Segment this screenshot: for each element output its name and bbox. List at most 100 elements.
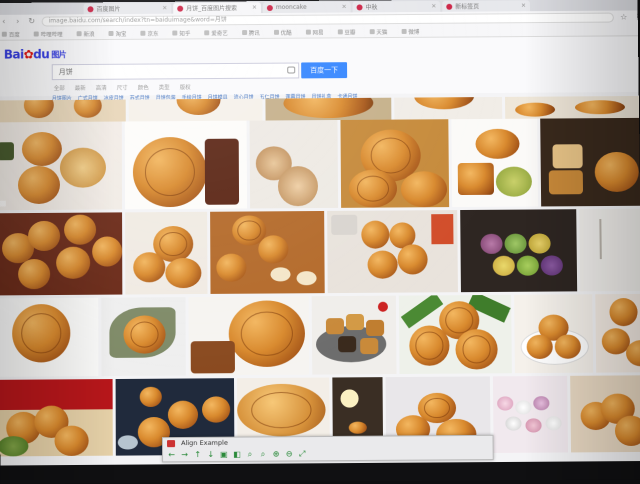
close-icon[interactable]: ✕: [342, 4, 347, 11]
tab-label: 百度图片: [96, 6, 121, 14]
frame-icon[interactable]: ▣: [219, 450, 228, 459]
bookmark-icon: [337, 29, 343, 35]
result-row-2: [0, 208, 640, 296]
close-icon[interactable]: ✕: [252, 4, 257, 11]
app-icon: [167, 440, 176, 448]
bookmark-label: 腾讯: [248, 30, 260, 37]
filter-item[interactable]: 颜色: [138, 83, 149, 91]
forward-arrow-icon[interactable]: ›: [14, 17, 22, 26]
tab-0[interactable]: 百度图片 ✕: [83, 2, 172, 15]
filter-item[interactable]: 最新: [75, 84, 86, 92]
result-image[interactable]: [265, 97, 392, 121]
result-image[interactable]: [394, 96, 503, 120]
bookmark-icon: [33, 31, 39, 37]
right-arrow-icon[interactable]: →: [180, 450, 189, 459]
image-caption: ▓▓: [0, 201, 6, 208]
bookmark-item[interactable]: 网易: [305, 28, 324, 36]
result-image[interactable]: [188, 296, 310, 376]
result-image[interactable]: [101, 297, 186, 377]
result-image[interactable]: [210, 210, 325, 294]
search-header: Bai✿du图片 月饼 百度一下 全部最新高清尺寸颜色类型版权 月饼图片广式月饼…: [0, 36, 640, 102]
baidu-logo[interactable]: Bai ✿ du 图片: [4, 46, 66, 62]
result-image[interactable]: [327, 210, 458, 294]
bookmark-item[interactable]: 淘宝: [108, 29, 127, 37]
filter-item[interactable]: 版权: [180, 83, 191, 91]
monitor-bezel: [0, 461, 640, 484]
filter-item[interactable]: 尺寸: [117, 84, 128, 92]
zoom-out-icon[interactable]: ⊖: [285, 449, 294, 458]
star-icon[interactable]: ☆: [620, 13, 628, 22]
result-image[interactable]: [505, 95, 640, 119]
bookmark-item[interactable]: 爱奇艺: [204, 29, 228, 37]
bookmark-label: 京东: [147, 31, 159, 38]
tab-1[interactable]: 月饼_百度图片搜索 ✕: [173, 2, 261, 14]
result-image[interactable]: [451, 118, 539, 208]
fit-icon[interactable]: ⤢: [298, 449, 307, 458]
result-image[interactable]: [398, 294, 512, 375]
search-icon[interactable]: ⌕: [245, 450, 254, 459]
align-example-window[interactable]: Align Example ← → ↑ ↓ ▣ ◧ ⌕ ⌕ ⊕ ⊖ ⤢: [161, 434, 494, 463]
result-image[interactable]: [579, 208, 640, 292]
back-arrow-icon[interactable]: ‹: [0, 17, 8, 26]
bookmark-label: 知乎: [179, 30, 191, 37]
favicon-icon: [356, 3, 363, 10]
up-arrow-icon[interactable]: ↑: [193, 450, 202, 459]
down-arrow-icon[interactable]: ↓: [206, 450, 215, 459]
menu-icon[interactable]: ⋮: [634, 12, 640, 21]
bookmark-item[interactable]: 京东: [140, 29, 158, 37]
result-image[interactable]: [128, 98, 263, 122]
result-image[interactable]: [124, 120, 248, 210]
left-arrow-icon[interactable]: ←: [167, 450, 176, 459]
logo-text-2: du: [33, 47, 50, 62]
tab-3[interactable]: 中秋 ✕: [352, 0, 441, 13]
result-image[interactable]: [125, 211, 208, 295]
tab-label: mooncake: [275, 3, 307, 11]
search-button[interactable]: 百度一下: [301, 62, 348, 79]
close-icon[interactable]: ✕: [162, 5, 167, 12]
tab-2[interactable]: mooncake ✕: [262, 1, 351, 14]
bookmark-item[interactable]: 知乎: [172, 29, 190, 37]
split-icon[interactable]: ◧: [232, 450, 241, 459]
reload-icon[interactable]: ↻: [28, 17, 36, 26]
result-row-1: ▓▓: [0, 117, 640, 211]
result-image[interactable]: ▓▓: [0, 121, 123, 211]
result-image[interactable]: [540, 117, 640, 207]
camera-icon[interactable]: [287, 66, 296, 74]
search-icon[interactable]: ⌕: [258, 450, 267, 459]
result-image[interactable]: [595, 293, 640, 373]
bookmark-item[interactable]: 腾讯: [241, 28, 260, 37]
tab-4[interactable]: 新标签页 ✕: [442, 0, 531, 12]
search-input[interactable]: 月饼: [51, 62, 300, 81]
bookmark-item[interactable]: 优酷: [273, 28, 292, 36]
bookmark-item[interactable]: 天猫: [369, 28, 387, 36]
close-icon[interactable]: ✕: [521, 2, 526, 9]
result-image[interactable]: [340, 119, 450, 208]
bookmark-label: 天猫: [376, 29, 388, 36]
bookmark-icon: [108, 30, 114, 36]
favicon-icon: [266, 4, 273, 11]
result-image[interactable]: [514, 294, 594, 374]
result-image[interactable]: [0, 99, 126, 123]
close-icon[interactable]: ✕: [431, 3, 436, 10]
viewer-toolbar: ← → ↑ ↓ ▣ ◧ ⌕ ⌕ ⊕ ⊖ ⤢: [167, 449, 307, 459]
filter-item[interactable]: 全部: [54, 84, 65, 92]
bookmark-item[interactable]: 微博: [401, 27, 419, 35]
bookmark-icon: [369, 29, 375, 35]
zoom-in-icon[interactable]: ⊕: [272, 449, 281, 458]
tab-label: 月饼_百度图片搜索: [186, 5, 238, 13]
monitor-photo: 百度图片 ✕ 月饼_百度图片搜索 ✕ mooncake ✕ 中秋 ✕ 新标签页 ✕ ‹ ›…: [0, 0, 640, 484]
bookmark-item[interactable]: 豆瓣: [337, 28, 355, 36]
result-image[interactable]: [0, 297, 99, 377]
result-image[interactable]: [311, 295, 397, 375]
result-image[interactable]: [570, 375, 640, 453]
result-image[interactable]: [249, 119, 339, 209]
filter-item[interactable]: 类型: [159, 83, 170, 91]
result-image[interactable]: [0, 212, 123, 296]
bookmark-item[interactable]: 百度: [1, 30, 20, 38]
bookmark-item[interactable]: 哔哩哔哩: [33, 30, 63, 38]
result-image[interactable]: [0, 379, 113, 457]
result-image[interactable]: [492, 375, 569, 453]
result-image[interactable]: [460, 209, 578, 293]
bookmark-item[interactable]: 新浪: [76, 30, 95, 38]
filter-item[interactable]: 高清: [96, 84, 107, 92]
